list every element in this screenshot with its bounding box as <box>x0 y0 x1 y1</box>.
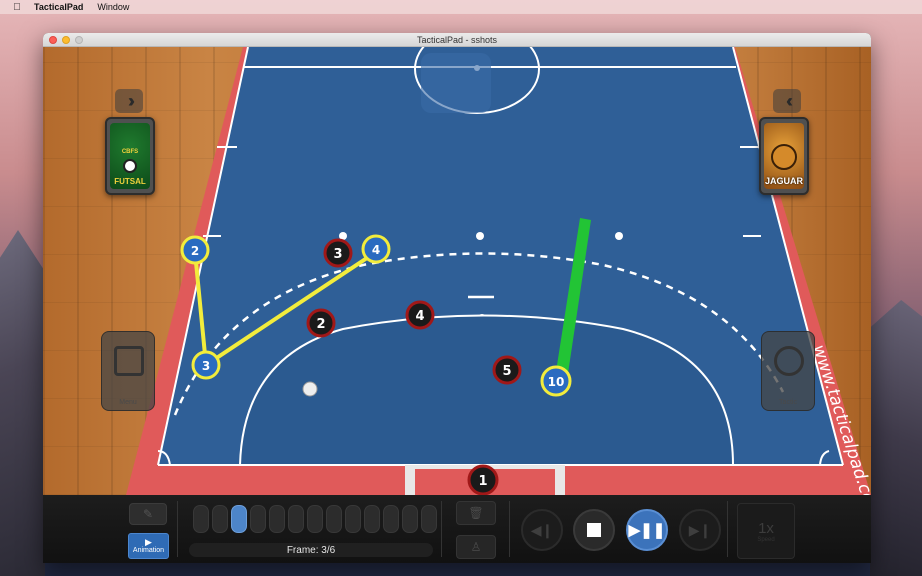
skip-back-icon: ◀❙ <box>530 521 554 538</box>
frame-slot[interactable] <box>288 505 304 533</box>
red-player-5[interactable]: 5 <box>492 355 522 385</box>
draw-tool-button[interactable]: ✎ <box>129 503 167 525</box>
svg-text:5: 5 <box>502 364 511 379</box>
svg-text:4: 4 <box>415 309 424 324</box>
svg-text:3: 3 <box>333 247 342 262</box>
menu-app-name[interactable]: TacticalPad <box>34 2 83 12</box>
stop-button[interactable] <box>573 509 615 551</box>
ball[interactable] <box>302 381 318 397</box>
frame-slot[interactable] <box>231 505 247 533</box>
blue-player-2[interactable]: 2 <box>180 235 210 265</box>
frame-slot[interactable] <box>402 505 418 533</box>
edit-icon <box>114 346 144 376</box>
svg-text:4: 4 <box>372 243 380 257</box>
players-icon: ♙ <box>470 540 482 554</box>
blue-player-4[interactable]: 4 <box>361 234 391 264</box>
arrow-icon <box>774 346 804 376</box>
tactic-panel-label: Tactic <box>779 399 797 406</box>
delete-frame-button[interactable]: 🗑 <box>456 501 496 525</box>
frame-slot[interactable] <box>250 505 266 533</box>
speed-value: 1x <box>758 519 774 537</box>
next-frame-button[interactable]: ▶❙ <box>679 509 721 551</box>
svg-text:3: 3 <box>202 359 210 373</box>
red-player-1[interactable]: 1 <box>467 464 499 495</box>
expand-right-icon[interactable]: ‹‹ <box>773 89 801 113</box>
frame-slot[interactable] <box>269 505 285 533</box>
red-player-4[interactable]: 4 <box>405 300 435 330</box>
tactic-board[interactable]: www.tacticalpad.com 3 2 4 5 1 2 4 3 10 ›… <box>43 47 871 495</box>
home-team-badge[interactable]: CBFS FUTSAL <box>105 117 155 195</box>
blue-player-10[interactable]: 10 <box>540 365 572 397</box>
svg-text:2: 2 <box>191 244 199 258</box>
pencil-icon: ✎ <box>142 507 154 521</box>
blue-player-3[interactable]: 3 <box>191 350 221 380</box>
home-team-name: FUTSAL <box>114 177 146 186</box>
menu-window[interactable]: Window <box>97 2 129 12</box>
apple-icon[interactable]:  <box>10 2 24 13</box>
skip-forward-icon: ▶❙ <box>688 521 712 538</box>
svg-text:2: 2 <box>316 317 325 332</box>
title-bar: TacticalPad - sshots <box>43 33 871 47</box>
frame-slot[interactable] <box>345 505 361 533</box>
play-pause-button[interactable]: ▶❚❚ <box>626 509 668 551</box>
menu-panel-button[interactable]: Menu <box>101 331 155 411</box>
home-crest-text: CBFS <box>121 149 139 155</box>
futsal-court[interactable]: www.tacticalpad.com 3 2 4 5 1 2 4 3 10 <box>43 47 871 495</box>
frame-slot[interactable] <box>307 505 323 533</box>
frame-slot[interactable] <box>421 505 437 533</box>
app-window: TacticalPad - sshots www.tacticalpad.com… <box>43 33 871 563</box>
animation-label: Animation <box>132 547 165 554</box>
red-player-2[interactable]: 2 <box>306 308 336 338</box>
desktop-background <box>0 230 45 576</box>
frame-counter: Frame: 3/6 <box>286 545 336 556</box>
bottom-toolbar: ✎ ▶ Animation Frame: 3/6 🗑 ♙ ◀❙ ▶❚❚ ▶❙ 1… <box>43 495 871 563</box>
play-icon: ▶ <box>145 537 152 547</box>
frame-slot[interactable] <box>212 505 228 533</box>
frame-strip <box>193 505 437 533</box>
red-player-3[interactable]: 3 <box>323 238 353 268</box>
menu-bar:  TacticalPad Window <box>0 0 922 14</box>
frame-slot[interactable] <box>364 505 380 533</box>
tactic-panel-button[interactable]: Tactic <box>761 331 815 411</box>
window-title: TacticalPad - sshots <box>416 34 498 45</box>
speed-button[interactable]: 1x Speed <box>737 503 795 559</box>
previous-frame-button[interactable]: ◀❙ <box>521 509 563 551</box>
add-player-button[interactable]: ♙ <box>456 535 496 559</box>
frame-slot[interactable] <box>383 505 399 533</box>
menu-panel-label: Menu <box>119 399 137 406</box>
svg-text:1: 1 <box>478 474 487 489</box>
desktop-background-right <box>870 300 922 576</box>
jaguar-icon <box>771 144 797 170</box>
expand-left-icon[interactable]: ›› <box>115 89 143 113</box>
frame-slot[interactable] <box>326 505 342 533</box>
trash-icon: 🗑 <box>468 506 484 520</box>
play-pause-icon: ▶❚❚ <box>628 522 666 539</box>
animation-mode-button[interactable]: ▶ Animation <box>128 533 169 559</box>
soccer-ball-icon <box>123 159 137 173</box>
speed-label: Speed <box>757 536 775 543</box>
away-team-badge[interactable]: JAGUAR <box>759 117 809 195</box>
away-team-name: JAGUAR <box>764 176 803 186</box>
stop-icon <box>587 523 601 537</box>
svg-text:10: 10 <box>548 375 565 389</box>
frame-slot[interactable] <box>193 505 209 533</box>
